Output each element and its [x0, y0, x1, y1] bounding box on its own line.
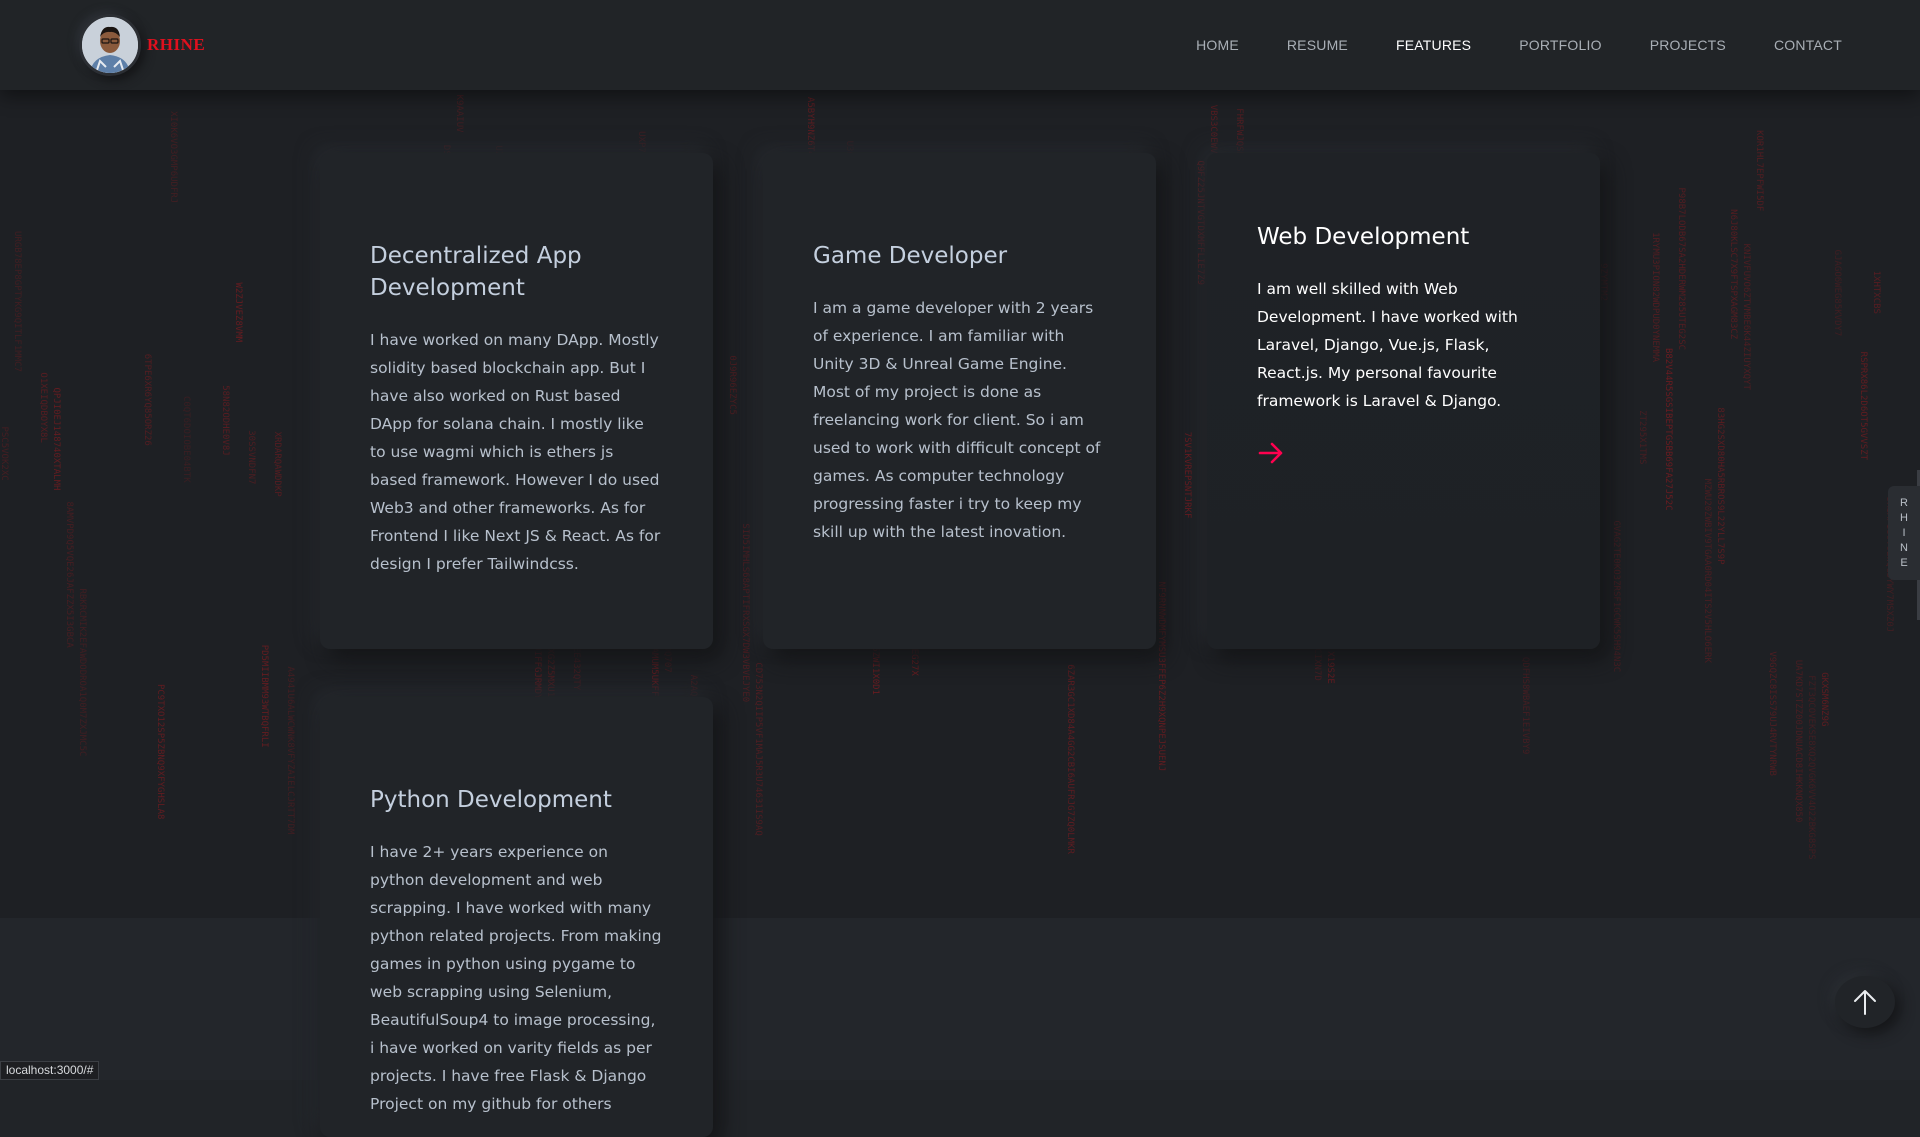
matrix-column: 0J9R96EZYC5: [727, 355, 737, 415]
matrix-column: KOR1HL7EPFWI5DF: [1754, 130, 1764, 211]
matrix-column: QPJI0EJ148740XTALMH: [51, 387, 61, 490]
matrix-column: URGB78EP8GPTYKG9QITLF1MMC7: [12, 231, 22, 372]
matrix-column: Q9FZ25JNTVGTDXMFFLIE7Z9: [1195, 160, 1205, 285]
nav-item-home[interactable]: HOME: [1196, 37, 1239, 53]
avatar: [79, 14, 141, 76]
matrix-column: NF9RNNWDMFYMSU3FFEP6Z2H9XQNPEJSUENJ: [1156, 582, 1166, 772]
matrix-column: 1XHTXCBS: [1871, 271, 1881, 314]
matrix-column: QDFHS8WBAEF1EIVBY9: [1520, 657, 1530, 755]
matrix-column: 30SSVNDFN7: [246, 430, 256, 484]
matrix-column: RBKRCMIK2EFAWDODROA1Q0M7ZXJMC5C: [77, 588, 87, 756]
nav-item-features[interactable]: FEATURES: [1396, 37, 1471, 53]
matrix-column: 8AMVPD9Q5VQE26JAFZZX5I3GBCA: [64, 502, 74, 649]
side-tab-letter: R: [1900, 496, 1908, 509]
side-tab-letter: N: [1900, 541, 1908, 554]
matrix-column: CD753N2QIIP5VF1MAJ5R3U74631IS9AQ: [753, 662, 763, 835]
lower-background: [0, 918, 1920, 1080]
matrix-column: XI0K6VO3GMP6UDFRJ: [168, 111, 178, 203]
matrix-column: KNIVFUVO6ZTVMBE6K44ZIUYXQYT: [1741, 244, 1751, 391]
matrix-column: ZT295X1TMS: [1637, 410, 1647, 464]
site-header: RHINE HOME RESUME FEATURES PORTFOLIO PRO…: [0, 0, 1920, 90]
avatar-portrait-icon: [82, 17, 138, 73]
feature-card-game[interactable]: Game Developer I am a game developer wit…: [763, 153, 1156, 649]
card-title: Decentralized App Development: [370, 243, 582, 301]
matrix-column: PC9TXO12SP5ZBNQ9XFYGHSLA8: [155, 684, 165, 819]
nav-item-resume[interactable]: RESUME: [1287, 37, 1348, 53]
brand-name[interactable]: RHINE: [147, 35, 205, 55]
logo[interactable]: RHINE: [79, 14, 205, 76]
matrix-column: 58N82ODHE0V8J: [220, 385, 230, 455]
matrix-column: PSC5VOK2XC: [0, 426, 9, 480]
back-to-top-button[interactable]: [1835, 976, 1895, 1028]
matrix-column: O1XEIQDBOYX8L: [38, 372, 48, 442]
card-title: Python Development: [370, 787, 612, 813]
matrix-column: GVAG2TE0KO3ZRSF1GCWK5SH94N3C: [1611, 521, 1621, 673]
matrix-column: PD5MIIBMM93WTBQFRLI: [259, 645, 269, 748]
matrix-column: 83HG2SXD80HA5RBROS9L22YLL7S9P: [1715, 407, 1725, 565]
card-description: I have 2+ years experience on python dev…: [370, 843, 662, 1113]
card-title: Web Development: [1257, 224, 1470, 250]
arrow-right-icon[interactable]: [1257, 439, 1285, 467]
matrix-column: X19S2E: [1325, 651, 1335, 684]
card-description: I am a game developer with 2 years of ex…: [813, 299, 1101, 541]
feature-card-web[interactable]: Web Development I am well skilled with W…: [1207, 153, 1600, 649]
matrix-column: N6J80KLSC7X9FTSPXAGM83CZ: [1728, 209, 1738, 340]
feature-card-dapp[interactable]: Decentralized App Development I have wor…: [320, 153, 713, 649]
card-description: I have worked on many DApp. Mostly solid…: [370, 331, 661, 573]
arrow-up-icon: [1854, 990, 1876, 1015]
matrix-column: 6TPE6XR6YQ85ORZ26: [142, 354, 152, 446]
side-tab[interactable]: R H I N E: [1888, 486, 1920, 580]
matrix-column: GKXSM6NZ9G: [1819, 672, 1829, 726]
side-tab-letter: H: [1900, 511, 1908, 524]
matrix-column: RSPRX86L2D6OT5GVVSZT: [1858, 352, 1868, 461]
matrix-column: GJAGO6WEG85KVDY7: [1832, 250, 1842, 337]
matrix-column: B82V44R5SGSIBEPTGSBB69FA27J52C: [1663, 348, 1673, 511]
matrix-column: 6ZAR3GC1XD84A4GG2CBI6AUFRJG7ZQ0LMKR: [1065, 664, 1075, 854]
side-tab-letter: I: [1902, 526, 1906, 539]
card-title: Game Developer: [813, 243, 1008, 269]
matrix-column: 7SV1KVREPSNTJRKF: [1182, 432, 1192, 519]
matrix-column: A4941U6ALWCWNK8VFYZAIELCJRTT7DM: [285, 666, 295, 835]
matrix-column: XRDARQAWDDKP: [272, 432, 282, 498]
matrix-column: W2ZJVEZ8VMM: [233, 283, 243, 343]
status-bar-url: localhost:3000/#: [0, 1061, 100, 1080]
nav-item-portfolio[interactable]: PORTFOLIO: [1519, 37, 1601, 53]
matrix-column: SID5IMHLS68APTIFRXSGX7DW3VBVEJYE0: [740, 523, 750, 702]
matrix-column: 1RYMU3PION82WDPUD0YNEMMA: [1650, 232, 1660, 363]
nav-item-projects[interactable]: PROJECTS: [1650, 37, 1726, 53]
matrix-column: MZWU20ZWBIV9TGAA0RD04ITS2V5HLO6ERK: [1702, 479, 1712, 664]
feature-card-python[interactable]: Python Development I have 2+ years exper…: [320, 697, 713, 1137]
matrix-column: V9GQZC8ISS79UJ4RVTYNRWB: [1767, 651, 1777, 776]
matrix-column: K9AAIUV: [454, 95, 464, 134]
main-nav: HOME RESUME FEATURES PORTFOLIO PROJECTS …: [1196, 37, 1842, 53]
nav-item-contact[interactable]: CONTACT: [1774, 37, 1842, 53]
matrix-column: C0QT6DOIOBE04BTK: [181, 396, 191, 483]
matrix-column: UA7KD7STZZ00JDNUACD8IHKKNQX850: [1793, 660, 1803, 823]
card-description: I am well skilled with Web Development. …: [1257, 280, 1518, 410]
side-tab-letter: E: [1900, 556, 1908, 569]
matrix-column: P98B7LODB67SA2HDERWM285UTEG2SC: [1676, 188, 1686, 351]
matrix-column: FZT3QCOVEKSE8XQ2QVGK6VV4O22BKG8SPS: [1806, 675, 1816, 859]
